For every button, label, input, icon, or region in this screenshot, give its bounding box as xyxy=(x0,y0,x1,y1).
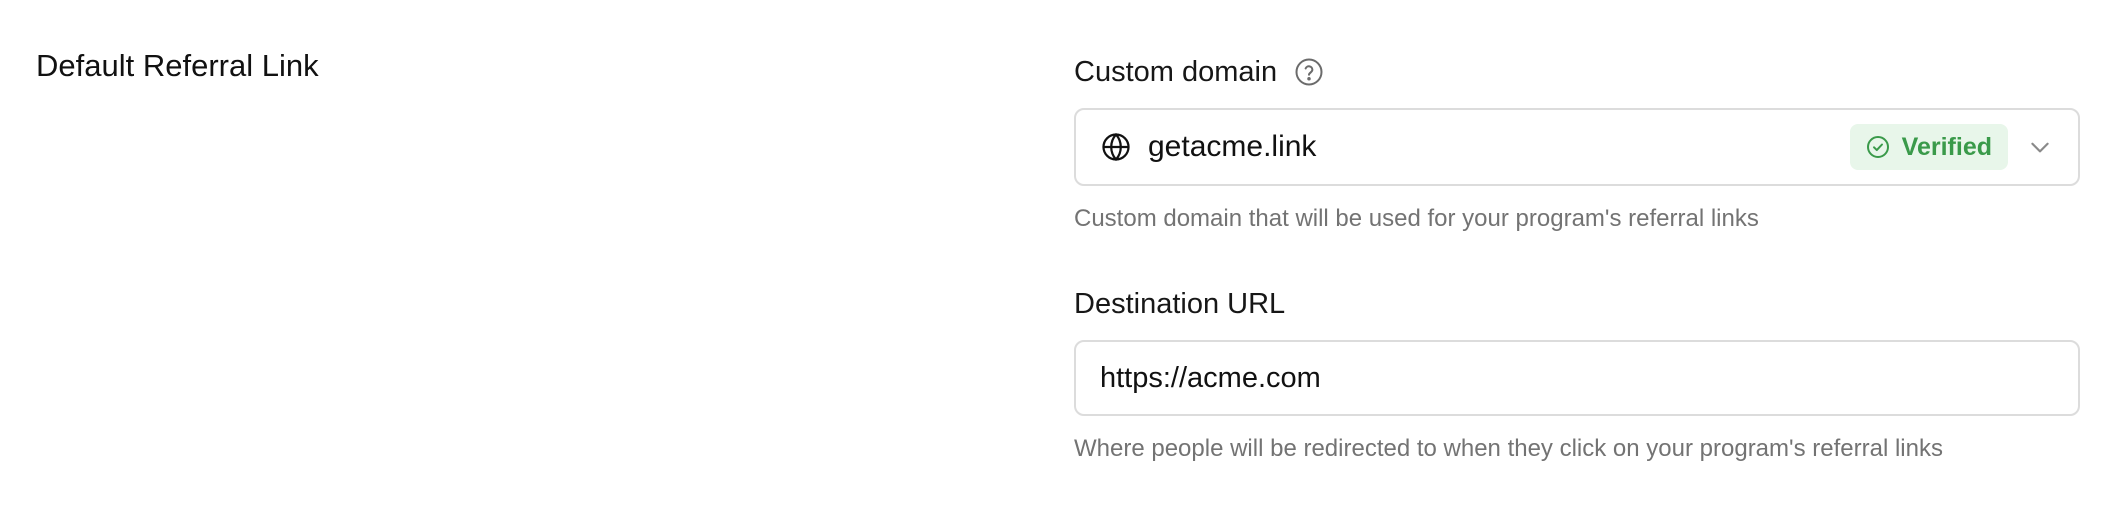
section-title: Default Referral Link xyxy=(36,48,319,83)
destination-url-field: Destination URL Where people will be red… xyxy=(1074,282,2080,464)
destination-url-help: Where people will be redirected to when … xyxy=(1074,435,1943,462)
custom-domain-label-row: Custom domain xyxy=(1074,50,2080,94)
question-circle-icon[interactable] xyxy=(1293,56,1325,88)
destination-url-input[interactable] xyxy=(1074,340,2080,416)
globe-icon xyxy=(1100,131,1132,163)
verified-badge-label: Verified xyxy=(1901,132,1992,161)
check-circle-icon xyxy=(1866,135,1890,159)
destination-url-label: Destination URL xyxy=(1074,288,1286,320)
custom-domain-value: getacme.link xyxy=(1148,130,1317,163)
referral-link-form: Custom domain getacme.link Verified Cust… xyxy=(1074,50,2080,464)
verified-badge: Verified xyxy=(1849,124,2008,170)
custom-domain-field: Custom domain getacme.link Verified Cust… xyxy=(1074,50,2080,234)
custom-domain-label: Custom domain xyxy=(1074,56,1278,88)
chevron-down-icon[interactable] xyxy=(2026,133,2054,161)
custom-domain-select[interactable]: getacme.link Verified xyxy=(1074,108,2080,186)
custom-domain-help: Custom domain that will be used for your… xyxy=(1074,205,1759,232)
destination-url-label-row: Destination URL xyxy=(1074,282,2080,326)
